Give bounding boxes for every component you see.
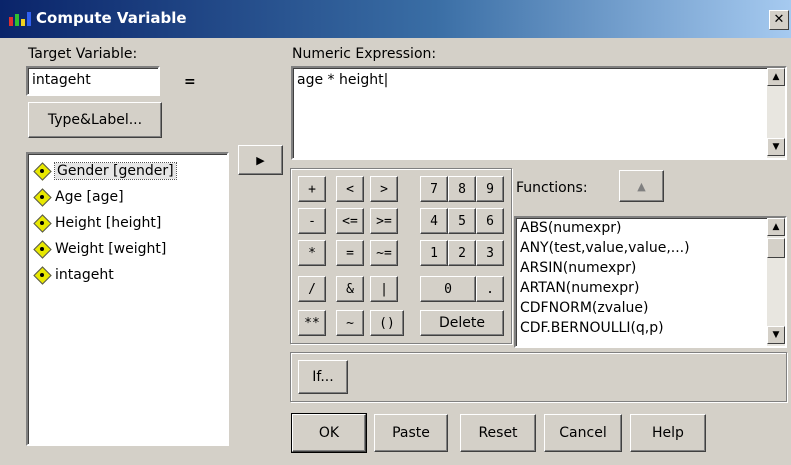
delete-button[interactable]: Delete xyxy=(420,310,504,336)
target-variable-input[interactable]: intageht xyxy=(26,66,160,96)
key-3[interactable]: 3 xyxy=(476,240,504,266)
variable-label: intageht xyxy=(55,267,114,283)
key-or[interactable]: | xyxy=(370,276,398,302)
list-item[interactable]: Age [age] xyxy=(34,186,124,208)
list-item[interactable]: Weight [weight] xyxy=(34,238,166,260)
reset-button[interactable]: Reset xyxy=(460,414,536,452)
list-item[interactable]: Gender [gender] xyxy=(34,160,177,182)
key-parentheses[interactable]: () xyxy=(370,310,404,336)
scroll-up-icon[interactable]: ▲ xyxy=(767,68,785,86)
key-and[interactable]: & xyxy=(336,276,364,302)
functions-list[interactable]: ABS(numexpr) ANY(test,value,value,...) A… xyxy=(514,216,787,348)
numeric-expression-textarea[interactable]: age * height| ▲ ▼ xyxy=(291,66,787,160)
key-1[interactable]: 1 xyxy=(420,240,448,266)
list-item[interactable]: CDF.BERNOULLI(q,p) xyxy=(520,320,664,336)
paste-button[interactable]: Paste xyxy=(374,414,448,452)
key-4[interactable]: 4 xyxy=(420,208,448,234)
key-9[interactable]: 9 xyxy=(476,176,504,202)
spss-app-icon xyxy=(9,12,31,26)
list-item[interactable]: CDFNORM(zvalue) xyxy=(520,300,648,316)
variable-label: Weight [weight] xyxy=(55,241,167,257)
key-not[interactable]: ~ xyxy=(336,310,364,336)
close-button[interactable]: ✕ xyxy=(769,10,789,30)
key-power[interactable]: ** xyxy=(298,310,326,336)
numeric-variable-icon xyxy=(34,215,50,231)
window-title: Compute Variable xyxy=(36,9,187,27)
key-greater-than[interactable]: > xyxy=(370,176,398,202)
move-to-expression-button[interactable]: ▶ xyxy=(238,145,283,175)
list-item[interactable]: Height [height] xyxy=(34,212,161,234)
expression-scrollbar[interactable]: ▲ ▼ xyxy=(767,68,785,158)
key-5[interactable]: 5 xyxy=(448,208,476,234)
scroll-up-icon[interactable]: ▲ xyxy=(767,218,785,236)
cancel-button[interactable]: Cancel xyxy=(544,414,622,452)
scroll-thumb[interactable] xyxy=(767,238,785,258)
key-less-than[interactable]: < xyxy=(336,176,364,202)
key-6[interactable]: 6 xyxy=(476,208,504,234)
functions-scrollbar[interactable]: ▲ ▼ xyxy=(767,218,785,346)
variable-label: Age [age] xyxy=(55,189,124,205)
key-plus[interactable]: + xyxy=(298,176,326,202)
key-2[interactable]: 2 xyxy=(448,240,476,266)
numeric-variable-icon xyxy=(34,189,50,205)
key-8[interactable]: 8 xyxy=(448,176,476,202)
scroll-down-icon[interactable]: ▼ xyxy=(767,326,785,344)
target-variable-value: intageht xyxy=(32,72,91,88)
list-item[interactable]: ANY(test,value,value,...) xyxy=(520,240,690,256)
key-less-equal[interactable]: <= xyxy=(336,208,364,234)
numeric-variable-icon xyxy=(34,241,50,257)
key-multiply[interactable]: * xyxy=(298,240,326,266)
target-variable-label: Target Variable: xyxy=(28,46,138,62)
key-divide[interactable]: / xyxy=(298,276,326,302)
variable-list[interactable]: Gender [gender] Age [age] Height [height… xyxy=(26,152,229,446)
list-item[interactable]: ABS(numexpr) xyxy=(520,220,621,236)
variable-label: Gender [gender] xyxy=(54,162,177,180)
numeric-expression-value: age * height| xyxy=(297,72,389,88)
key-equal[interactable]: = xyxy=(336,240,364,266)
title-bar: Compute Variable ✕ xyxy=(0,0,791,38)
if-button[interactable]: If... xyxy=(298,360,348,394)
numeric-variable-icon xyxy=(34,267,50,283)
functions-label: Functions: xyxy=(516,180,588,196)
key-7[interactable]: 7 xyxy=(420,176,448,202)
equals-sign: = xyxy=(184,74,196,90)
numeric-variable-icon xyxy=(34,163,50,179)
paste-function-button[interactable]: ▲ xyxy=(619,170,664,202)
key-decimal[interactable]: . xyxy=(476,276,504,302)
help-button[interactable]: Help xyxy=(630,414,706,452)
key-minus[interactable]: - xyxy=(298,208,326,234)
ok-button[interactable]: OK xyxy=(291,413,367,453)
key-greater-equal[interactable]: >= xyxy=(370,208,398,234)
key-not-equal[interactable]: ~= xyxy=(370,240,398,266)
numeric-expression-label: Numeric Expression: xyxy=(292,46,437,62)
variable-label: Height [height] xyxy=(55,215,162,231)
if-group xyxy=(290,352,787,402)
key-0[interactable]: 0 xyxy=(420,276,476,302)
list-item[interactable]: ARSIN(numexpr) xyxy=(520,260,636,276)
list-item[interactable]: intageht xyxy=(34,264,114,286)
type-label-button[interactable]: Type&Label... xyxy=(28,102,162,138)
scroll-down-icon[interactable]: ▼ xyxy=(767,138,785,156)
list-item[interactable]: ARTAN(numexpr) xyxy=(520,280,639,296)
